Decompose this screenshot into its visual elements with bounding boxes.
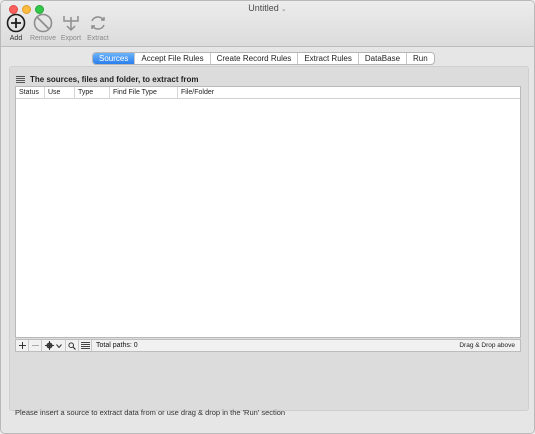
extract-label: Extract [87,35,109,42]
extract-button[interactable]: Extract [83,13,113,42]
table-header: Status Use Type Find File Type File/Fold… [16,87,520,99]
add-source-button[interactable] [16,340,29,351]
remove-label: Remove [29,35,57,42]
remove-button[interactable]: Remove [28,13,58,42]
title-chevron-icon: ⌄ [280,6,287,13]
column-find-file-type[interactable]: Find File Type [110,87,178,98]
export-icon [63,16,79,32]
list-icon [16,75,25,83]
total-paths-label: Total paths: 0 [96,342,138,349]
gear-icon [45,341,54,350]
minus-icon [31,345,39,346]
drag-drop-label: Drag & Drop above [459,342,515,349]
window-title[interactable]: Untitled ⌄ [1,3,534,13]
sources-heading-text: The sources, files and folder, to extrac… [30,74,199,84]
list-icon [80,342,90,349]
tab-create-record-rules[interactable]: Create Record Rules [211,53,299,64]
tab-extract-rules[interactable]: Extract Rules [298,53,359,64]
main-content: Sources Accept File Rules Create Record … [1,48,534,433]
tab-run[interactable]: Run [407,53,434,64]
tab-accept-file-rules[interactable]: Accept File Rules [135,53,211,64]
extract-refresh-icon [91,16,105,30]
sources-table[interactable]: Status Use Type Find File Type File/Fold… [15,86,521,338]
column-use[interactable]: Use [45,87,75,98]
plus-icon [18,342,26,349]
chevron-down-icon [56,343,62,348]
tab-database[interactable]: DataBase [359,53,408,64]
sources-panel: The sources, files and folder, to extrac… [9,66,529,411]
export-label: Export [60,35,82,42]
app-window: Untitled ⌄ Add Remove Export Extract Sou… [0,0,535,434]
sources-heading: The sources, files and folder, to extrac… [16,73,199,85]
add-button[interactable]: Add [1,13,31,42]
export-button[interactable]: Export [56,13,86,42]
tab-bar: Sources Accept File Rules Create Record … [92,52,435,65]
remove-icon [33,13,53,33]
column-status[interactable]: Status [16,87,45,98]
add-icon [6,13,26,33]
settings-dropdown-button[interactable] [42,340,66,351]
add-label: Add [9,35,23,42]
status-hint: Please insert a source to extract data f… [15,408,286,417]
remove-source-button[interactable] [29,340,42,351]
column-type[interactable]: Type [75,87,110,98]
search-button[interactable] [66,340,79,351]
title-bar: Untitled ⌄ Add Remove Export Extract [1,1,534,47]
list-view-button[interactable] [79,340,92,351]
column-file-folder[interactable]: File/Folder [178,87,520,98]
tab-sources[interactable]: Sources [93,53,136,64]
table-footer-bar: Total paths: 0 Drag & Drop above [15,339,521,352]
search-icon [68,341,76,350]
